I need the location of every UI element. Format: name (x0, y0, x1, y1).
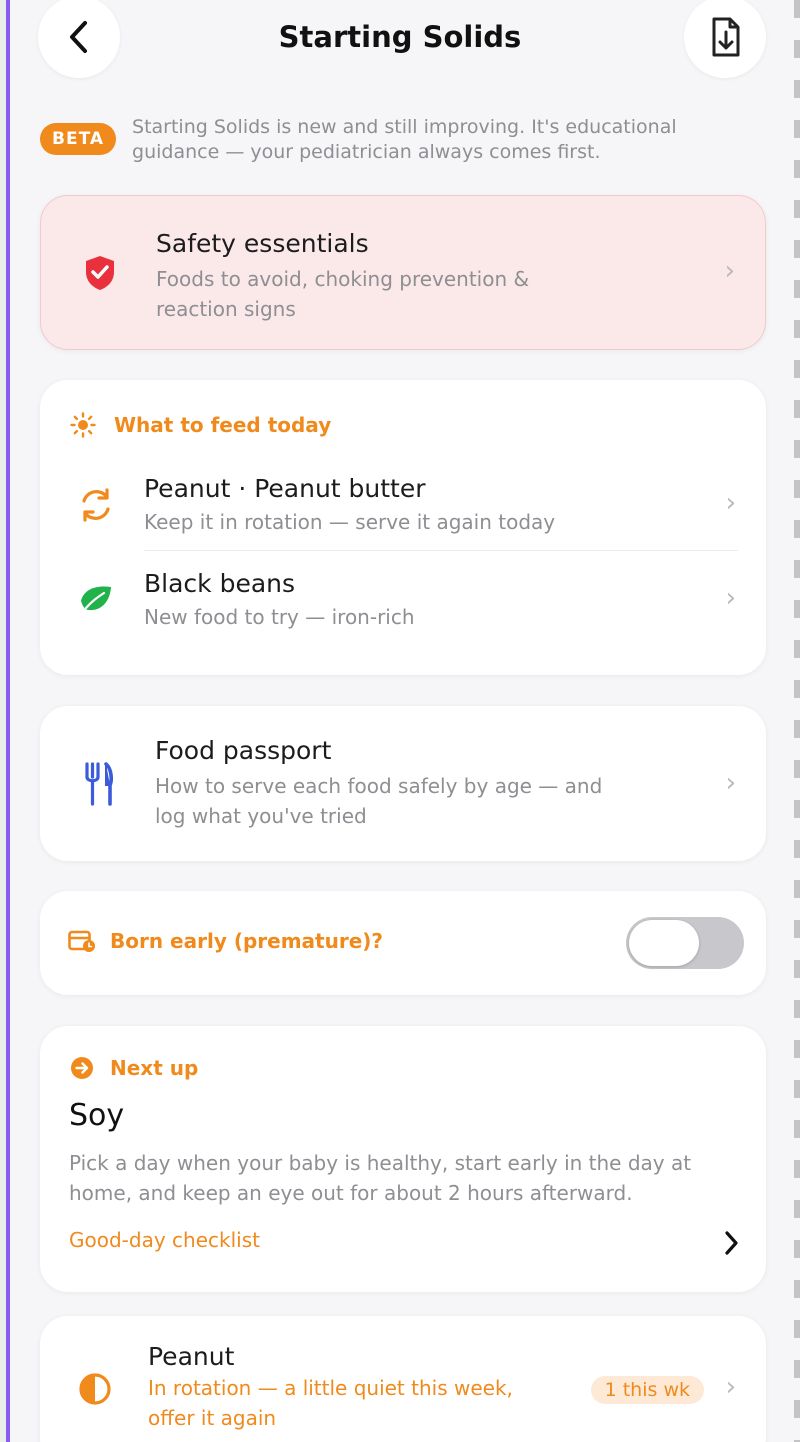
divider (144, 550, 738, 551)
leaf-icon (81, 586, 111, 611)
beta-line-1: Starting Solids is new and still improvi… (132, 116, 677, 138)
beta-notice: BETA Starting Solids is new and still im… (40, 115, 740, 165)
safety-essentials-card[interactable]: Safety essentials Foods to avoid, chokin… (40, 195, 766, 350)
half-circle-icon (79, 1373, 111, 1405)
next-up-label: Next up (110, 1056, 199, 1080)
beta-text: Starting Solids is new and still improvi… (132, 115, 677, 165)
next-up-desc: Pick a day when your baby is healthy, st… (69, 1148, 691, 1208)
feed-item-sub: Keep it in rotation — serve it again tod… (144, 510, 556, 534)
feed-item-sub: New food to try — iron-rich (144, 605, 415, 629)
frame-edge (794, 0, 800, 1442)
rotate-icon (82, 488, 110, 522)
safety-text: Safety essentials Foods to avoid, chokin… (156, 229, 529, 324)
rotation-text: Peanut In rotation — a little quiet this… (148, 1342, 513, 1433)
next-up-card: Next up Soy Pick a day when your baby is… (40, 1026, 766, 1292)
good-day-checklist-link[interactable]: Good-day checklist (40, 1218, 766, 1268)
feed-item-title: Peanut · Peanut butter (144, 474, 426, 503)
beta-line-2: guidance — your pediatrician always come… (132, 141, 601, 163)
premature-card: Born early (premature)? (40, 891, 766, 995)
toggle-knob (629, 920, 699, 966)
premature-toggle[interactable] (626, 917, 744, 969)
passport-sub-2: log what you've tried (155, 804, 367, 828)
safety-sub-1: Foods to avoid, choking prevention & (156, 267, 530, 291)
feed-item-title: Black beans (144, 569, 296, 598)
passport-sub-1: How to serve each food safely by age — a… (155, 774, 603, 798)
chevron-right-icon (725, 1231, 738, 1255)
food-passport-card[interactable]: Food passport How to serve each food saf… (40, 706, 766, 861)
premature-label: Born early (premature)? (110, 929, 384, 953)
rotation-title: Peanut (148, 1342, 235, 1371)
arrow-right-circle-icon (71, 1057, 93, 1079)
feed-item-beans-text: Black beans New food to try — iron-rich (144, 569, 415, 632)
page-title: Starting Solids (278, 20, 522, 54)
next-up-desc-1: Pick a day when your baby is healthy, st… (69, 1151, 692, 1175)
feed-today-label: What to feed today (114, 413, 332, 437)
safety-title: Safety essentials (156, 229, 369, 258)
chevron-right-icon: › (724, 256, 735, 286)
feed-today-header: What to feed today (70, 412, 331, 438)
feed-item-peanut[interactable]: Peanut · Peanut butter Keep it in rotati… (40, 458, 766, 553)
calendar-clock-icon (68, 930, 95, 952)
premature-row: Born early (premature)? (68, 929, 383, 953)
chevron-right-icon: › (725, 583, 736, 613)
checklist-link-label: Good-day checklist (69, 1228, 260, 1252)
chevron-right-icon: › (725, 488, 736, 518)
rotation-sub-2: offer it again (148, 1406, 277, 1430)
feed-item-black-beans[interactable]: Black beans New food to try — iron-rich … (40, 553, 766, 648)
next-up-food: Soy (69, 1098, 125, 1133)
feed-today-card: What to feed today Peanut · Peanut butte… (40, 380, 766, 675)
next-up-desc-2: home, and keep an eye out for about 2 ho… (69, 1181, 633, 1205)
passport-title: Food passport (155, 736, 332, 765)
beta-badge: BETA (40, 123, 117, 155)
rotation-sub-1: In rotation — a little quiet this week, (148, 1376, 513, 1400)
next-up-header: Next up (70, 1056, 198, 1080)
chevron-right-icon: › (725, 768, 736, 798)
shield-check-icon (86, 256, 114, 290)
sun-icon (70, 412, 96, 438)
feed-item-peanut-text: Peanut · Peanut butter Keep it in rotati… (144, 474, 555, 537)
rotation-card[interactable]: Peanut In rotation — a little quiet this… (40, 1316, 766, 1442)
passport-text: Food passport How to serve each food saf… (155, 736, 602, 831)
safety-sub-2: reaction signs (156, 297, 296, 321)
file-download-icon (712, 17, 740, 57)
fork-knife-icon (85, 762, 113, 806)
chevron-right-icon: › (725, 1372, 736, 1402)
rotation-count-badge: 1 this wk (590, 1376, 704, 1404)
